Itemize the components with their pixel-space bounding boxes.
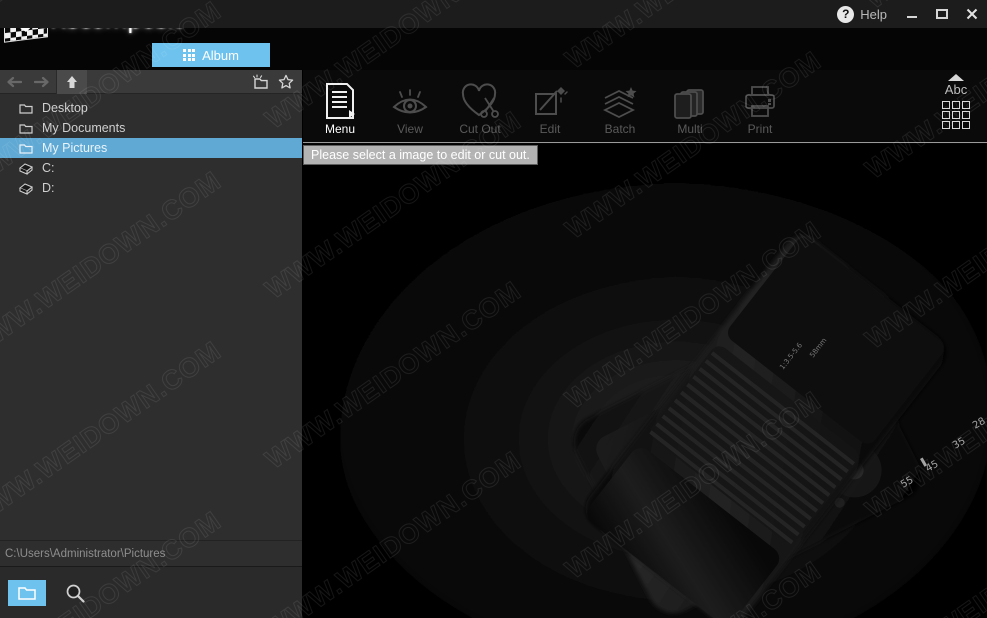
- tree-item-label: Desktop: [42, 101, 88, 115]
- tree-item-label: D:: [42, 181, 55, 195]
- grid-9-icon[interactable]: [942, 101, 970, 129]
- triangle-up-icon[interactable]: [948, 74, 964, 81]
- arrow-up-icon[interactable]: [57, 70, 87, 94]
- new-folder-icon[interactable]: [250, 70, 272, 94]
- nav-right-actions: [250, 70, 302, 94]
- current-path-bar: C:\Users\Administrator\Pictures: [0, 540, 302, 566]
- tree-item-my-documents[interactable]: My Documents: [0, 118, 302, 138]
- search-button[interactable]: [56, 580, 94, 606]
- tree-item-label: My Pictures: [42, 141, 108, 155]
- grid-icon: [183, 49, 196, 61]
- camera-photo: OFF ON MENU: [303, 144, 987, 618]
- close-button[interactable]: [957, 0, 987, 28]
- status-tooltip: Please select a image to edit or cut out…: [303, 145, 538, 165]
- heart-scissors-icon: [460, 76, 500, 120]
- toolbar-label: View: [397, 122, 423, 136]
- toolbar-label: Batch: [604, 122, 636, 136]
- arrow-right-icon[interactable]: [28, 70, 56, 94]
- toolbar-label: Cut Out: [459, 122, 501, 136]
- maximize-button[interactable]: [927, 0, 957, 28]
- arrow-left-icon[interactable]: [0, 70, 28, 94]
- batch-layers-icon: [601, 76, 639, 120]
- abc-sort-label[interactable]: Abc: [945, 82, 967, 97]
- edit-wand-icon: [531, 76, 569, 120]
- browser-footer: [0, 566, 302, 618]
- title-bar: ? Help: [0, 0, 987, 28]
- help-button[interactable]: ? Help: [831, 0, 897, 28]
- tree-item-desktop[interactable]: Desktop: [0, 98, 302, 118]
- folder-icon: [18, 101, 34, 115]
- toolbar-item-print[interactable]: Print: [725, 76, 795, 136]
- folder-tree: Desktop My Documents My Pictures C: D:: [0, 94, 302, 560]
- toolbar-label: Multi: [677, 122, 703, 136]
- toolbar-item-menu[interactable]: Menu: [305, 76, 375, 136]
- window-controls: ? Help: [831, 0, 987, 28]
- toolbar-label: Menu: [324, 122, 356, 136]
- toolbar-right-controls: Abc: [933, 74, 979, 129]
- tree-item-my-pictures[interactable]: My Pictures: [0, 138, 302, 158]
- help-label: Help: [860, 6, 887, 22]
- minimize-button[interactable]: [897, 0, 927, 28]
- menu-document-icon: [324, 76, 356, 120]
- album-button[interactable]: Album: [152, 43, 270, 67]
- tree-item-drive-c[interactable]: C:: [0, 158, 302, 178]
- tree-item-label: C:: [42, 161, 55, 175]
- drive-icon: [18, 161, 34, 175]
- tree-item-label: My Documents: [42, 121, 126, 135]
- printer-icon: [741, 76, 779, 120]
- folder-view-button[interactable]: [8, 579, 46, 606]
- address-area[interactable]: [87, 70, 250, 94]
- toolbar-item-multi[interactable]: Multi: [655, 76, 725, 136]
- multi-photos-icon: [671, 76, 709, 120]
- tooltip-text: Please select a image to edit or cut out…: [311, 148, 530, 162]
- tree-item-drive-d[interactable]: D:: [0, 178, 302, 198]
- file-browser-panel: Desktop My Documents My Pictures C: D: C…: [0, 70, 303, 618]
- application-window: OFF ON MENU: [0, 0, 987, 618]
- main-toolbar: Menu View Cut Out Edit Batch Multi Print…: [303, 70, 987, 143]
- toolbar-item-cut-out[interactable]: Cut Out: [445, 76, 515, 136]
- drive-icon: [18, 181, 34, 195]
- toolbar-item-batch[interactable]: Batch: [585, 76, 655, 136]
- folder-icon: [18, 141, 34, 155]
- question-circle-icon: ?: [837, 5, 855, 23]
- toolbar-label: Edit: [539, 122, 561, 136]
- toolbar-label: Print: [747, 122, 773, 136]
- star-icon[interactable]: [275, 70, 297, 94]
- toolbar-item-view[interactable]: View: [375, 76, 445, 136]
- toolbar-item-edit[interactable]: Edit: [515, 76, 585, 136]
- image-canvas[interactable]: OFF ON MENU: [303, 144, 987, 618]
- folder-icon: [18, 121, 34, 135]
- album-label: Album: [202, 47, 239, 63]
- browser-nav-bar: [0, 70, 302, 94]
- eye-icon: [390, 76, 430, 120]
- current-path-text: C:\Users\Administrator\Pictures: [5, 547, 166, 560]
